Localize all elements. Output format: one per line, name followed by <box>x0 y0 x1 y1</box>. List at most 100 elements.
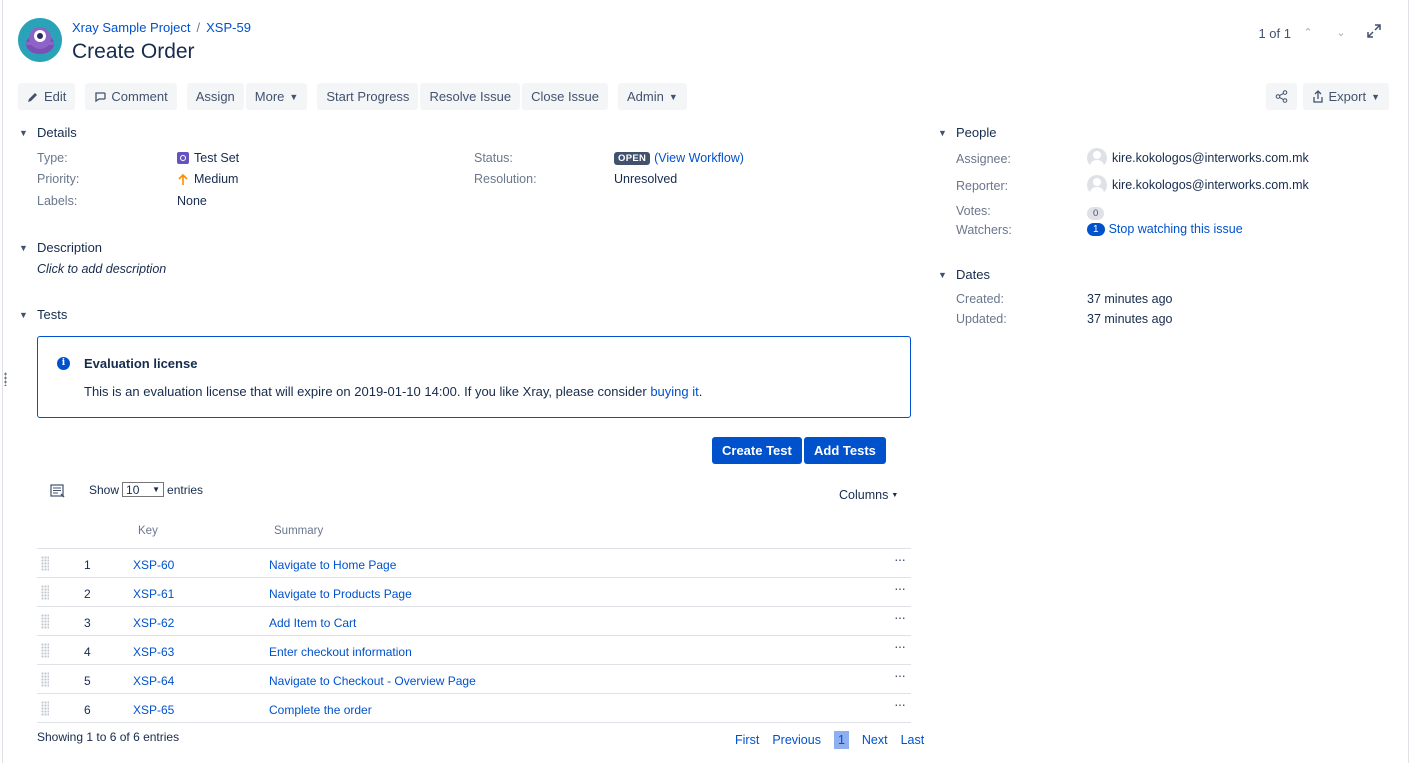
edit-button[interactable]: Edit <box>18 83 76 110</box>
message-end: . <box>698 384 703 399</box>
issue-toolbar: Edit Comment Assign More ▼ Start Progres… <box>18 83 689 110</box>
more-button[interactable]: More ▼ <box>245 83 308 110</box>
description-field[interactable]: Click to add description <box>37 262 166 276</box>
dates-section-toggle[interactable]: ▼ Dates <box>938 267 990 282</box>
page-title[interactable]: Create Order <box>72 40 195 64</box>
last-page-link[interactable]: Last <box>901 733 925 747</box>
caret-down-icon: ▼ <box>891 491 899 499</box>
row-number: 6 <box>84 703 91 717</box>
chevron-down-icon: ▼ <box>1371 91 1380 102</box>
description-section-toggle[interactable]: ▼ Description <box>19 240 102 255</box>
drag-handle-icon[interactable] <box>41 701 49 716</box>
export-button[interactable]: Export ▼ <box>1302 83 1389 110</box>
row-actions-icon[interactable]: ··· <box>894 667 906 683</box>
resize-handle[interactable] <box>4 372 7 386</box>
comment-button[interactable]: Comment <box>85 83 177 110</box>
share-button[interactable] <box>1265 83 1297 110</box>
test-summary-link[interactable]: Add Item to Cart <box>269 616 356 630</box>
test-summary-link[interactable]: Navigate to Home Page <box>269 558 396 572</box>
type-text: Test Set <box>194 151 240 165</box>
breadcrumb-issue-link[interactable]: XSP-59 <box>206 20 251 35</box>
people-section-toggle[interactable]: ▼ People <box>938 125 996 140</box>
drag-handle-icon[interactable] <box>41 672 49 687</box>
table-row[interactable]: 4 XSP-63 Enter checkout information ··· <box>37 635 911 664</box>
test-key-link[interactable]: XSP-61 <box>133 587 174 601</box>
table-row[interactable]: 6 XSP-65 Complete the order ··· <box>37 693 911 722</box>
test-summary-link[interactable]: Enter checkout information <box>269 645 412 659</box>
create-test-button[interactable]: Create Test <box>712 437 802 464</box>
admin-button[interactable]: Admin ▼ <box>618 83 687 110</box>
add-tests-button[interactable]: Add Tests <box>804 437 886 464</box>
drag-handle-icon[interactable] <box>41 614 49 629</box>
buying-it-link[interactable]: buying it <box>650 384 698 399</box>
project-avatar[interactable] <box>18 18 62 62</box>
test-key-link[interactable]: XSP-60 <box>133 558 174 572</box>
first-page-link[interactable]: First <box>735 733 759 747</box>
row-actions-icon[interactable]: ··· <box>894 638 906 654</box>
columns-button[interactable]: Columns ▼ <box>839 488 898 502</box>
comment-label: Comment <box>111 89 168 104</box>
drag-handle-icon[interactable] <box>41 585 49 600</box>
labels-label: Labels: <box>37 194 78 208</box>
more-label: More <box>254 89 285 104</box>
entries-select[interactable]: 10 ▼ <box>122 482 165 497</box>
drag-handle-icon[interactable] <box>41 643 49 658</box>
table-row[interactable]: 1 XSP-60 Navigate to Home Page ··· <box>37 548 911 577</box>
row-actions-icon[interactable]: ··· <box>894 580 906 596</box>
next-page-link[interactable]: Next <box>862 733 888 747</box>
evaluation-license-message: i Evaluation license This is an evaluati… <box>37 336 911 418</box>
next-issue-icon[interactable]: ⌄ <box>1332 24 1350 42</box>
votes-count-badge: 0 <box>1087 207 1105 220</box>
tests-section-toggle[interactable]: ▼ Tests <box>19 307 67 322</box>
test-key-link[interactable]: XSP-65 <box>133 703 174 717</box>
arrow-up-icon <box>178 173 188 185</box>
column-header-key[interactable]: Key <box>138 525 158 537</box>
current-page[interactable]: 1 <box>833 731 849 749</box>
table-row[interactable]: 2 XSP-61 Navigate to Products Page ··· <box>37 577 911 606</box>
details-section-toggle[interactable]: ▼ Details <box>19 125 77 140</box>
breadcrumb-project-link[interactable]: Xray Sample Project <box>72 20 191 35</box>
row-number: 4 <box>84 645 91 659</box>
entries-label: entries <box>167 482 204 497</box>
priority-text: Medium <box>194 172 239 186</box>
votes-value[interactable]: 0 <box>1087 204 1105 220</box>
test-key-link[interactable]: XSP-63 <box>133 645 174 659</box>
row-actions-icon[interactable]: ··· <box>894 609 906 625</box>
start-progress-button[interactable]: Start Progress <box>317 83 419 110</box>
column-header-summary[interactable]: Summary <box>274 525 323 537</box>
labels-value[interactable]: None <box>177 194 207 208</box>
columns-label: Columns <box>839 488 889 502</box>
table-settings-icon[interactable] <box>50 484 66 502</box>
share-icon <box>1275 90 1287 103</box>
assign-button[interactable]: Assign <box>186 83 244 110</box>
drag-handle-icon[interactable] <box>41 556 49 571</box>
chevron-down-icon: ▼ <box>19 309 28 320</box>
test-key-link[interactable]: XSP-64 <box>133 674 174 688</box>
pagination: First Previous 1 Next Last <box>735 731 924 749</box>
watchers-count-badge[interactable]: 1 <box>1087 222 1105 236</box>
assignee-value[interactable]: kire.kokologos@interworks.com.mk <box>1087 148 1309 168</box>
table-row[interactable]: 3 XSP-62 Add Item to Cart ··· <box>37 606 911 635</box>
previous-issue-icon[interactable]: ⌃ <box>1299 24 1317 42</box>
stop-watching-link[interactable]: Stop watching this issue <box>1109 222 1243 236</box>
table-row[interactable]: 5 XSP-64 Navigate to Checkout - Overview P… <box>37 664 911 693</box>
test-summary-link[interactable]: Complete the order <box>269 703 372 717</box>
previous-page-link[interactable]: Previous <box>772 733 821 747</box>
comment-icon <box>95 91 107 102</box>
watchers-value: 1 Stop watching this issue <box>1087 222 1243 236</box>
chevron-down-icon: ▼ <box>938 127 947 138</box>
expand-icon[interactable] <box>1365 22 1383 40</box>
resolve-issue-button[interactable]: Resolve Issue <box>420 83 521 110</box>
breadcrumb: Xray Sample Project / XSP-59 <box>72 20 251 35</box>
row-number: 3 <box>84 616 91 630</box>
view-workflow-link[interactable]: (View Workflow) <box>654 151 744 165</box>
close-issue-button[interactable]: Close Issue <box>522 83 609 110</box>
table-bottom-border <box>37 722 911 723</box>
row-actions-icon[interactable]: ··· <box>894 551 906 567</box>
test-summary-link[interactable]: Navigate to Products Page <box>269 587 412 601</box>
pencil-icon <box>28 92 37 102</box>
reporter-value[interactable]: kire.kokologos@interworks.com.mk <box>1087 175 1309 195</box>
test-summary-link[interactable]: Navigate to Checkout - Overview Page <box>269 674 476 688</box>
test-key-link[interactable]: XSP-62 <box>133 616 174 630</box>
row-actions-icon[interactable]: ··· <box>894 696 906 712</box>
